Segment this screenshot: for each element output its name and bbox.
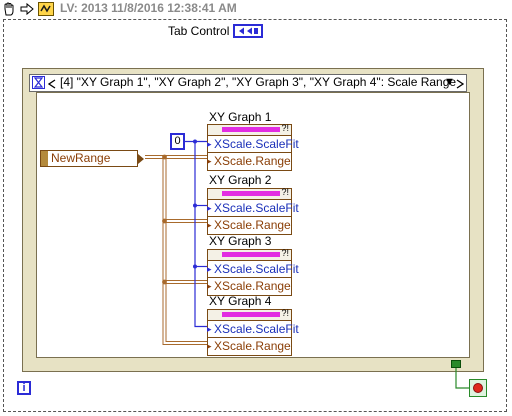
property-node[interactable]: ?! ▸ XScale.ScaleFit ▸ XScale.Range <box>207 308 299 356</box>
property-range: XScale.Range <box>214 339 291 353</box>
newrange-label: NewRange <box>51 151 111 165</box>
property-range: XScale.Range <box>214 279 291 293</box>
property-node-title: XY Graph 4 <box>209 294 272 308</box>
newrange-control[interactable]: NewRange <box>40 150 144 167</box>
property-node-title: XY Graph 2 <box>209 173 272 187</box>
property-node-title: XY Graph 1 <box>209 110 272 124</box>
info-icon[interactable]: i <box>17 381 31 395</box>
property-node-title: XY Graph 3 <box>209 234 272 248</box>
property-node[interactable]: ?! ▸ XScale.ScaleFit ▸ XScale.Range <box>207 187 299 235</box>
property-scalefit: XScale.ScaleFit <box>214 262 299 276</box>
property-range: XScale.Range <box>214 218 291 232</box>
property-range: XScale.Range <box>214 154 291 168</box>
property-scalefit: XScale.ScaleFit <box>214 137 299 151</box>
property-node[interactable]: ?! ▸ XScale.ScaleFit ▸ XScale.Range <box>207 248 299 296</box>
property-scalefit: XScale.ScaleFit <box>214 322 299 336</box>
stop-icon <box>473 383 483 393</box>
stop-button-terminal[interactable] <box>469 379 487 397</box>
property-scalefit: XScale.ScaleFit <box>214 201 299 215</box>
numeric-constant[interactable]: 0 <box>170 133 185 150</box>
loop-tunnel <box>451 360 461 368</box>
property-node[interactable]: ?! ▸ XScale.ScaleFit ▸ XScale.Range <box>207 123 299 171</box>
